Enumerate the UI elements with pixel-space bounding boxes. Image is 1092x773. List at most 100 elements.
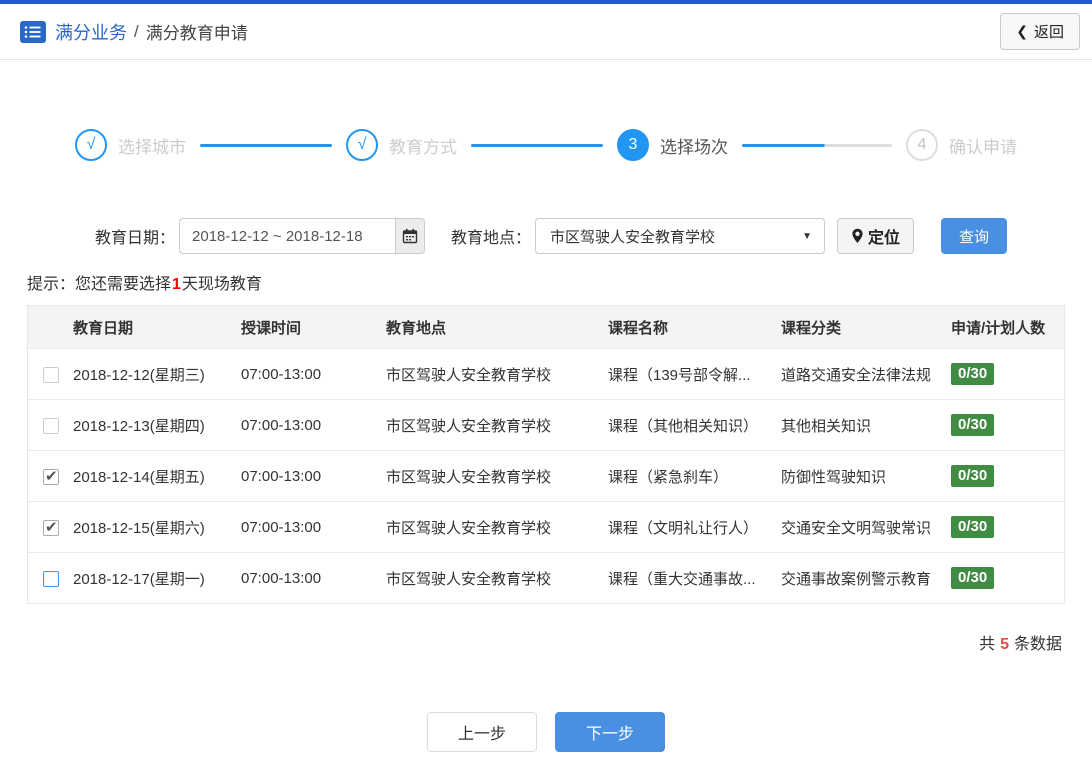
row-checkbox[interactable] — [43, 518, 59, 536]
row-checkbox[interactable] — [43, 366, 59, 383]
hint-suffix: 天现场教育 — [181, 276, 262, 293]
step-indicator: √ 选择城市 √ 教育方式 3 选择场次 4 确认申请 — [0, 128, 1092, 162]
back-label: 返回 — [1033, 24, 1064, 41]
header: 满分业务 / 满分教育申请 ❮ 返回 — [0, 4, 1092, 60]
step-2-label: 教育方式 — [389, 137, 457, 157]
cell-course-category: 交通事故案例警示教育 — [781, 570, 932, 588]
step-connector-3 — [742, 143, 892, 147]
table-row: 2018-12-15(星期六) 07:00-13:00 市区驾驶人安全教育学校 … — [28, 501, 1064, 552]
summary-suffix: 条数据 — [1013, 636, 1062, 653]
checkbox-cell — [28, 518, 73, 536]
capacity-badge: 0/30 — [951, 362, 995, 386]
footer-actions: 上一步 下一步 — [0, 712, 1092, 752]
cell-education-date: 2018-12-17(星期一) — [73, 570, 205, 588]
cell-course-name: 课程（紧急刹车） — [608, 468, 729, 486]
row-checkbox[interactable] — [43, 417, 59, 434]
back-button[interactable]: ❮ 返回 — [1000, 13, 1080, 50]
chevron-left-icon: ❮ — [1016, 23, 1028, 39]
locate-label: 定位 — [868, 230, 901, 247]
table-row: 2018-12-14(星期五) 07:00-13:00 市区驾驶人安全教育学校 … — [28, 450, 1064, 501]
capacity-badge: 0/30 — [951, 566, 995, 590]
header-course-name: 课程名称 — [608, 319, 669, 337]
cell-education-date: 2018-12-14(星期五) — [73, 468, 205, 486]
map-pin-icon — [851, 228, 864, 244]
step-3-label: 选择场次 — [660, 137, 728, 157]
cell-applied-planned: 0/30 — [951, 464, 1064, 488]
table-header-row: 教育日期 授课时间 教育地点 课程名称 课程分类 申请/计划人数 — [28, 306, 1064, 348]
cell-course-name: 课程（文明礼让行人） — [608, 519, 759, 537]
filter-bar: 教育日期： 教育地点： 市区驾驶人安全教育学校 ▼ — [0, 218, 1092, 254]
previous-step-button[interactable]: 上一步 — [427, 712, 537, 752]
step-connector-1 — [200, 143, 332, 147]
step-1-select-city: √ 选择城市 — [75, 129, 186, 161]
search-button[interactable]: 查询 — [941, 218, 1008, 254]
checkbox-cell — [28, 416, 73, 434]
locate-button[interactable]: 定位 — [837, 218, 915, 254]
education-date-input[interactable] — [179, 218, 396, 254]
session-table: 教育日期 授课时间 教育地点 课程名称 课程分类 申请/计划人数 2018-12… — [27, 305, 1065, 604]
capacity-badge: 0/30 — [951, 464, 995, 488]
summary-prefix: 共 — [979, 636, 996, 653]
cell-class-time: 07:00-13:00 — [241, 569, 322, 587]
step-2-check-icon: √ — [346, 129, 378, 161]
capacity-badge: 0/30 — [951, 413, 995, 437]
table-row: 2018-12-17(星期一) 07:00-13:00 市区驾驶人安全教育学校 … — [28, 552, 1064, 603]
step-2-education-method: √ 教育方式 — [346, 129, 457, 161]
education-date-label: 教育日期： — [95, 230, 176, 247]
cell-applied-planned: 0/30 — [951, 515, 1064, 539]
step-3-number: 3 — [617, 129, 649, 161]
list-icon — [20, 20, 46, 43]
cell-class-time: 07:00-13:00 — [241, 518, 322, 536]
hint-prefix: 提示：您还需要选择 — [27, 276, 172, 293]
cell-education-date: 2018-12-15(星期六) — [73, 519, 205, 537]
header-education-location: 教育地点 — [386, 319, 447, 337]
cell-class-time: 07:00-13:00 — [241, 416, 322, 434]
cell-education-location: 市区驾驶人安全教育学校 — [386, 468, 552, 486]
chevron-down-icon: ▼ — [802, 230, 813, 242]
cell-class-time: 07:00-13:00 — [241, 467, 322, 485]
cell-course-name: 课程（139号部令解... — [608, 366, 751, 384]
table-row: 2018-12-13(星期四) 07:00-13:00 市区驾驶人安全教育学校 … — [28, 399, 1064, 450]
cell-education-location: 市区驾驶人安全教育学校 — [386, 417, 552, 435]
cell-class-time: 07:00-13:00 — [241, 365, 322, 383]
cell-applied-planned: 0/30 — [951, 413, 1064, 437]
hint-days-remaining: 1 — [172, 276, 181, 293]
header-course-category: 课程分类 — [781, 319, 842, 337]
cell-applied-planned: 0/30 — [951, 566, 1064, 590]
breadcrumb-secondary: 满分教育申请 — [145, 24, 248, 43]
row-checkbox[interactable] — [43, 570, 59, 587]
step-4-number: 4 — [906, 129, 938, 161]
cell-education-location: 市区驾驶人安全教育学校 — [386, 519, 552, 537]
cell-course-name: 课程（重大交通事故... — [608, 570, 756, 588]
header-class-time: 授课时间 — [241, 319, 302, 337]
row-checkbox[interactable] — [43, 467, 59, 485]
step-4-label: 确认申请 — [949, 137, 1017, 157]
checkbox-cell — [28, 467, 73, 485]
cell-applied-planned: 0/30 — [951, 362, 1064, 386]
step-3-select-session: 3 选择场次 — [617, 129, 728, 161]
cell-course-name: 课程（其他相关知识） — [608, 417, 759, 435]
calendar-button[interactable] — [395, 218, 426, 254]
cell-education-date: 2018-12-12(星期三) — [73, 366, 205, 384]
step-4-confirm-application: 4 确认申请 — [906, 129, 1017, 161]
cell-education-date: 2018-12-13(星期四) — [73, 417, 205, 435]
cell-course-category: 其他相关知识 — [781, 417, 872, 435]
breadcrumb-separator: / — [134, 21, 139, 41]
step-1-check-icon: √ — [75, 129, 107, 161]
education-location-label: 教育地点： — [451, 230, 532, 247]
cell-course-category: 交通安全文明驾驶常识 — [781, 519, 932, 537]
cell-education-location: 市区驾驶人安全教育学校 — [386, 570, 552, 588]
cell-course-category: 防御性驾驶知识 — [781, 468, 887, 486]
education-location-value: 市区驾驶人安全教育学校 — [550, 228, 716, 246]
next-step-button[interactable]: 下一步 — [555, 712, 665, 752]
cell-education-location: 市区驾驶人安全教育学校 — [386, 366, 552, 384]
header-applied-planned: 申请/计划人数 — [951, 319, 1046, 337]
checkbox-cell — [28, 569, 73, 587]
breadcrumb-primary[interactable]: 满分业务 — [55, 19, 127, 45]
education-location-select[interactable]: 市区驾驶人安全教育学校 ▼ — [535, 218, 826, 254]
table-row: 2018-12-12(星期三) 07:00-13:00 市区驾驶人安全教育学校 … — [28, 348, 1064, 399]
record-count-summary: 共 5 条数据 — [30, 630, 1062, 654]
calendar-icon — [402, 228, 418, 244]
step-connector-2 — [471, 143, 603, 147]
hint-text: 提示：您还需要选择1天现场教育 — [0, 270, 1092, 294]
